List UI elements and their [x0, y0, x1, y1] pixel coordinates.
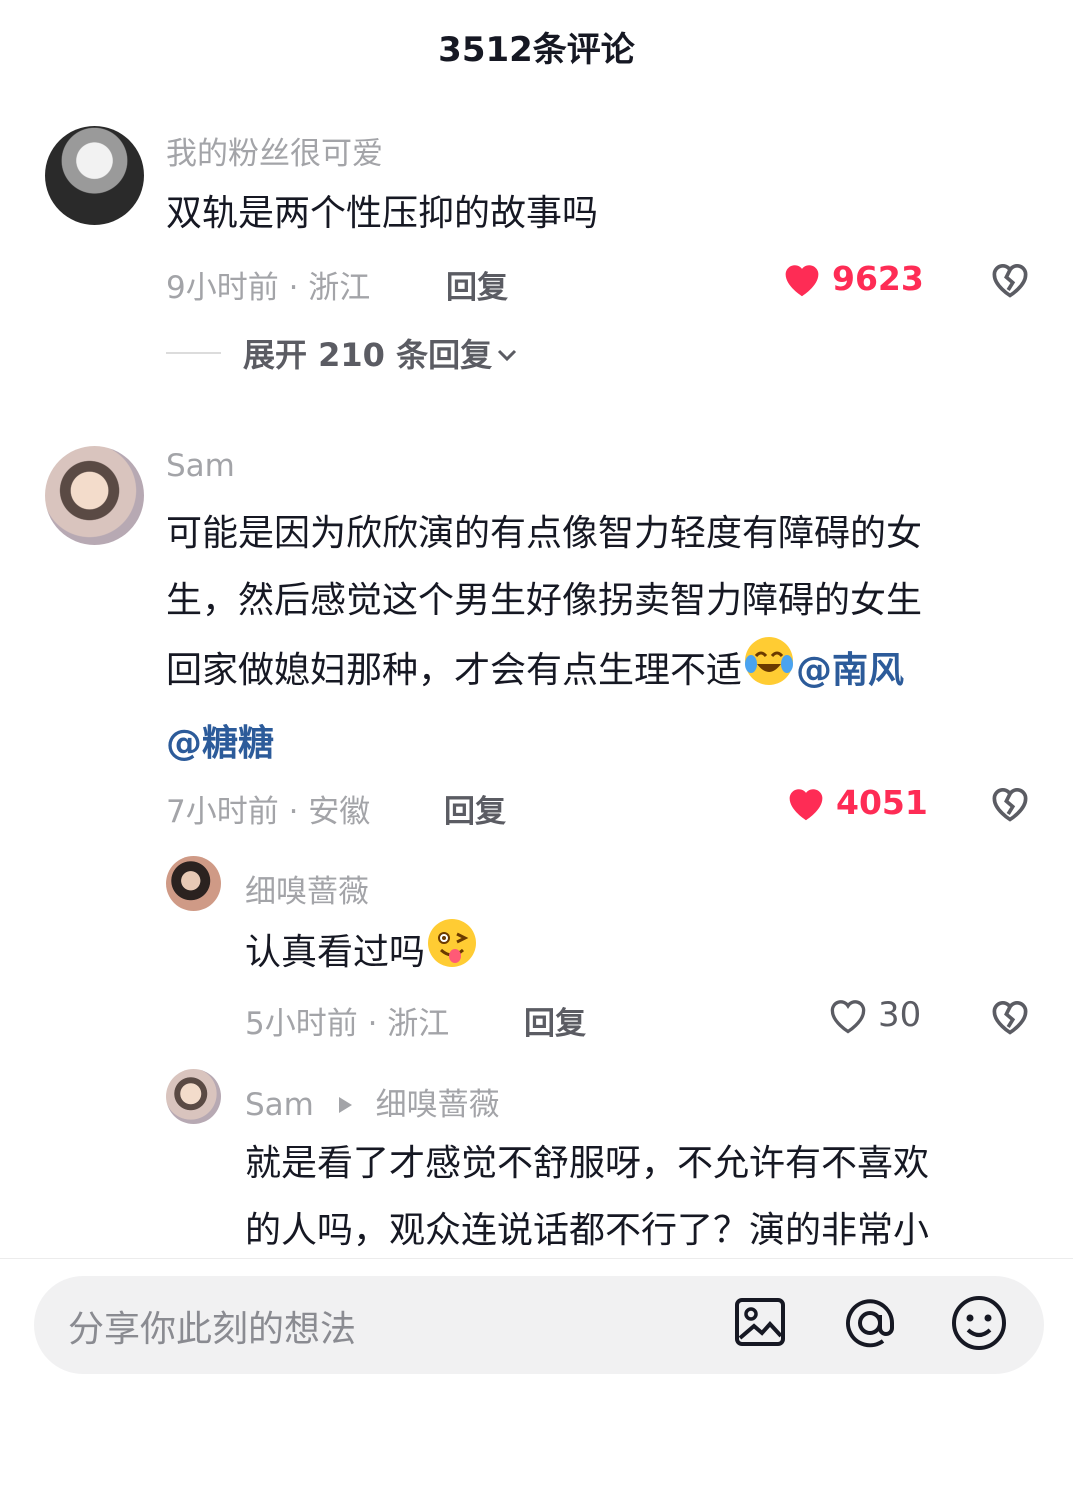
emoji-icon[interactable] [948, 1292, 1010, 1354]
heart-filled-icon [789, 789, 823, 821]
comment-username[interactable]: 我的粉丝很可爱 [166, 128, 383, 173]
expand-replies-button[interactable]: 展开 210 条回复 [166, 330, 518, 376]
comment-text-line: 回家做媳妇那种，才会有点生理不适 @南风 [166, 634, 1046, 710]
avatar[interactable] [166, 1069, 221, 1124]
comment-text: 双轨是两个性压抑的故事吗 [166, 193, 599, 234]
like-count: 30 [878, 995, 922, 1035]
comment-username[interactable]: Sam [166, 448, 235, 484]
like-button[interactable]: 9623 [780, 258, 924, 298]
like-button[interactable]: 30 [826, 994, 921, 1036]
comment-text-segment: 回家做媳妇那种，才会有点生理不适 [166, 650, 743, 691]
reply-username-line: Sam 细嗅蔷薇 [245, 1079, 500, 1124]
comment-input-placeholder: 分享你此刻的想法 [68, 1309, 357, 1350]
like-button[interactable]: 4051 [784, 782, 928, 822]
comment-text: 可能是因为欣欣演的有点像智力轻度有障碍的女 生，然后感觉这个男生好像拐卖智力障碍… [166, 500, 1046, 777]
comment-text-line: @糖糖 [166, 710, 1046, 777]
avatar[interactable] [166, 856, 221, 911]
reply-time-location: 5小时前 · 浙江 [245, 1006, 450, 1042]
reply-username[interactable]: 细嗅蔷薇 [245, 866, 369, 911]
avatar[interactable] [45, 126, 144, 225]
reply-text-line: 的人吗，观众连说话都不行了？演的非常小 [245, 1210, 930, 1251]
comment-time-location: 9小时前 · 浙江 [166, 270, 371, 306]
heart-filled-icon [785, 265, 819, 297]
reply-button[interactable]: 回复 [524, 998, 586, 1043]
comment-text-line: 可能是因为欣欣演的有点像智力轻度有障碍的女 [166, 513, 923, 554]
dislike-icon[interactable] [988, 782, 1032, 824]
reply-button[interactable]: 回复 [444, 786, 506, 831]
reply-button[interactable]: 回复 [446, 262, 508, 307]
chevron-down-icon [496, 336, 518, 371]
comment-time-location: 7小时前 · 安徽 [166, 794, 371, 830]
reply-text-segment: 认真看过吗 [245, 932, 426, 973]
reply-text-line: 就是看了才感觉不舒服呀，不允许有不喜欢 [245, 1143, 930, 1184]
winking-tongue-emoji [425, 916, 479, 992]
reply-arrow-icon [336, 1087, 354, 1123]
crying-laughing-emoji [742, 634, 796, 710]
like-count: 4051 [836, 782, 928, 822]
comment-text-line: 生，然后感觉这个男生好像拐卖智力障碍的女生 [166, 580, 923, 621]
reply-username[interactable]: Sam [245, 1087, 314, 1123]
dislike-icon[interactable] [988, 258, 1032, 300]
mention-link[interactable]: @南风 [796, 650, 904, 691]
mention-link[interactable]: @糖糖 [166, 723, 274, 764]
comment-count-title: 3512条评论 [438, 30, 635, 70]
expand-replies-label: 展开 210 条回复 [243, 336, 493, 374]
dislike-icon[interactable] [988, 995, 1032, 1037]
image-icon[interactable] [734, 1292, 786, 1354]
at-icon[interactable] [840, 1292, 900, 1354]
reply-to-username[interactable]: 细嗅蔷薇 [376, 1087, 500, 1123]
like-count: 9623 [832, 258, 924, 298]
divider-line [166, 352, 221, 354]
heart-outline-icon [830, 1000, 866, 1034]
reply-text: 认真看过吗 [245, 916, 479, 992]
reply-text: 就是看了才感觉不舒服呀，不允许有不喜欢 的人吗，观众连说话都不行了？演的非常小 [245, 1130, 929, 1264]
avatar[interactable] [45, 446, 144, 545]
comment-input[interactable]: 分享你此刻的想法 [34, 1276, 1044, 1374]
